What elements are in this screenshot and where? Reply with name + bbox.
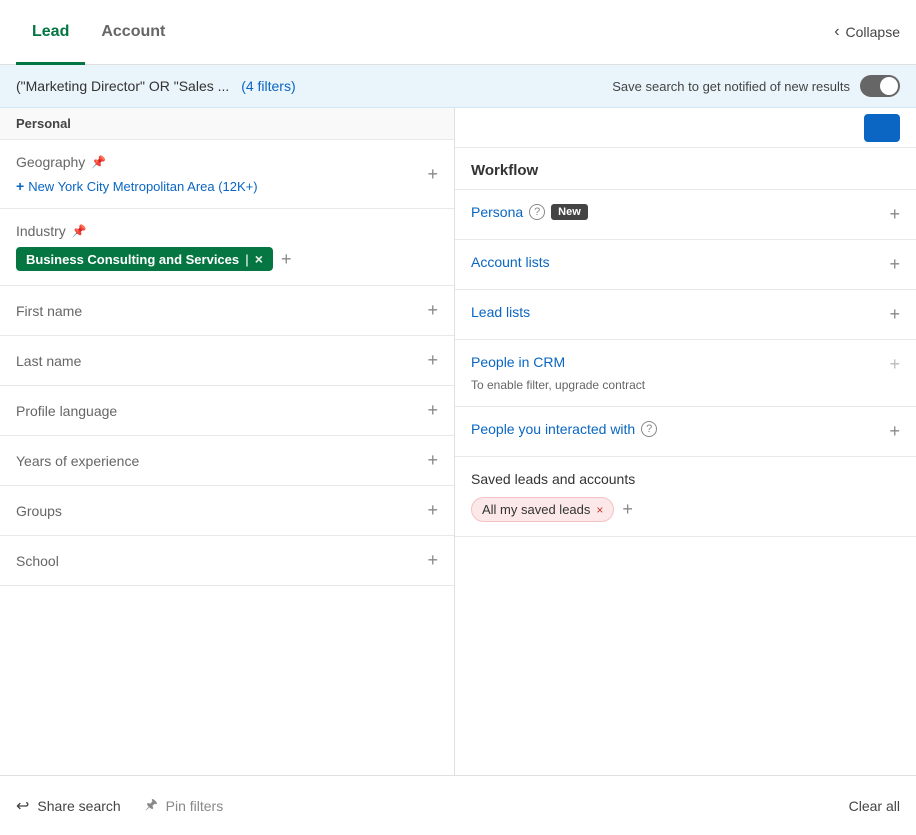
industry-inline-add[interactable]: + <box>281 249 292 270</box>
persona-new-badge: New <box>551 204 588 220</box>
bottom-bar: ↩ Share search 🖈 Pin filters Clear all <box>0 775 916 835</box>
people-interacted-filter-row: People you interacted with ? + <box>455 407 916 457</box>
clear-all-button[interactable]: Clear all <box>849 798 900 814</box>
first-name-label: First name <box>16 303 82 319</box>
groups-label: Groups <box>16 503 62 519</box>
chevron-left-icon: ‹ <box>834 23 839 41</box>
people-in-crm-add-area: + <box>889 354 900 375</box>
tab-account[interactable]: Account <box>85 0 181 65</box>
save-search-label: Save search to get notified of new resul… <box>612 79 850 94</box>
search-query-area: ("Marketing Director" OR "Sales ... (4 f… <box>16 78 296 94</box>
search-query-text: ("Marketing Director" OR "Sales ... <box>16 78 229 94</box>
saved-tag-remove-button[interactable]: × <box>596 503 603 517</box>
geography-filter-label: Geography 📌 + New York City Metropolitan… <box>16 154 258 194</box>
collapse-button[interactable]: ‹ Collapse <box>834 23 900 41</box>
people-interacted-label: People you interacted with ? <box>471 421 657 437</box>
pin-filters-button[interactable]: 🖈 Pin filters <box>145 794 224 818</box>
people-in-crm-filter-row: People in CRM To enable filter, upgrade … <box>455 340 916 407</box>
save-search-area: Save search to get notified of new resul… <box>612 75 900 97</box>
tab-lead[interactable]: Lead <box>16 0 85 65</box>
workflow-scroll-area[interactable]: Workflow Persona ? New + Acco <box>455 148 916 775</box>
account-lists-add-button[interactable]: + <box>889 254 900 275</box>
partial-blue-button[interactable] <box>864 114 900 142</box>
profile-language-filter-row: Profile language + <box>0 386 454 436</box>
industry-filter-label: Industry 📌 Business Consulting and Servi… <box>16 223 291 271</box>
people-interacted-add-area: + <box>889 421 900 442</box>
geography-pin-icon: 📌 <box>91 155 106 169</box>
workflow-section-header: Workflow <box>455 148 916 190</box>
profile-language-label: Profile language <box>16 403 117 419</box>
account-lists-add-area: + <box>889 254 900 275</box>
lead-lists-label: Lead lists <box>471 304 530 320</box>
lead-lists-filter-row: Lead lists + <box>455 290 916 340</box>
main-container: Lead Account ‹ Collapse ("Marketing Dire… <box>0 0 916 835</box>
saved-tag-all-my-leads: All my saved leads × <box>471 497 614 522</box>
geography-value-link[interactable]: + New York City Metropolitan Area (12K+) <box>16 178 258 194</box>
lead-lists-add-area: + <box>889 304 900 325</box>
account-lists-label: Account lists <box>471 254 550 270</box>
saved-section-title: Saved leads and accounts <box>471 471 900 487</box>
groups-add-button[interactable]: + <box>427 500 438 521</box>
save-search-toggle[interactable] <box>860 75 900 97</box>
school-filter-row: School + <box>0 536 454 586</box>
profile-language-add-button[interactable]: + <box>427 400 438 421</box>
industry-pin-icon: 📌 <box>72 224 87 238</box>
filters-list: Geography 📌 + New York City Metropolitan… <box>0 140 454 775</box>
persona-filter-row: Persona ? New + <box>455 190 916 240</box>
interacted-help-icon[interactable]: ? <box>641 421 657 437</box>
geography-add-button[interactable]: + <box>427 164 438 185</box>
last-name-add-button[interactable]: + <box>427 350 438 371</box>
persona-add-area: + <box>889 204 900 225</box>
saved-section: Saved leads and accounts All my saved le… <box>455 457 916 537</box>
people-in-crm-content: People in CRM To enable filter, upgrade … <box>471 354 889 392</box>
right-panel: Workflow Persona ? New + Acco <box>455 108 916 775</box>
people-in-crm-add-button: + <box>889 354 900 375</box>
industry-filter-row: Industry 📌 Business Consulting and Servi… <box>0 209 454 286</box>
persona-add-button[interactable]: + <box>889 204 900 225</box>
personal-section-label: Personal <box>0 108 454 140</box>
share-search-icon: ↩ <box>16 796 29 816</box>
industry-tag: Business Consulting and Services | × <box>16 247 273 271</box>
saved-tags-area: All my saved leads × + <box>471 497 900 522</box>
upgrade-note-text: To enable filter, upgrade contract <box>471 378 889 392</box>
saved-tag-label: All my saved leads <box>482 502 590 517</box>
filter-count-badge: (4 filters) <box>241 78 295 94</box>
top-partial-area <box>455 108 916 148</box>
industry-tag-remove[interactable]: × <box>255 251 263 267</box>
years-experience-add-button[interactable]: + <box>427 450 438 471</box>
last-name-filter-row: Last name + <box>0 336 454 386</box>
pin-filters-icon: 🖈 <box>145 794 158 818</box>
people-interacted-add-button[interactable]: + <box>889 421 900 442</box>
lead-lists-add-button[interactable]: + <box>889 304 900 325</box>
first-name-filter-row: First name + <box>0 286 454 336</box>
years-experience-filter-row: Years of experience + <box>0 436 454 486</box>
search-bar: ("Marketing Director" OR "Sales ... (4 f… <box>0 65 916 108</box>
left-panel: Personal Geography 📌 + New York City Met… <box>0 108 455 775</box>
share-search-label: Share search <box>37 798 120 814</box>
account-lists-filter-row: Account lists + <box>455 240 916 290</box>
school-add-button[interactable]: + <box>427 550 438 571</box>
groups-filter-row: Groups + <box>0 486 454 536</box>
school-label: School <box>16 553 59 569</box>
tabs-header: Lead Account ‹ Collapse <box>0 0 916 65</box>
geography-filter-row: Geography 📌 + New York City Metropolitan… <box>0 140 454 209</box>
content-area: Personal Geography 📌 + New York City Met… <box>0 108 916 775</box>
saved-add-button[interactable]: + <box>622 499 633 520</box>
first-name-add-button[interactable]: + <box>427 300 438 321</box>
pin-filters-label: Pin filters <box>166 798 224 814</box>
share-search-button[interactable]: ↩ Share search <box>16 796 121 816</box>
persona-help-icon[interactable]: ? <box>529 204 545 220</box>
last-name-label: Last name <box>16 353 81 369</box>
years-experience-label: Years of experience <box>16 453 139 469</box>
persona-label: Persona ? New <box>471 204 588 220</box>
people-in-crm-label: People in CRM <box>471 354 889 370</box>
